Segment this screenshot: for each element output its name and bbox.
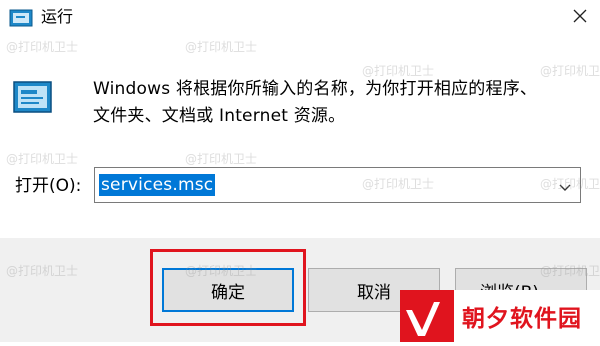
close-icon [572,8,588,28]
watermark-text: @打印机卫士 [6,152,79,166]
description-line-1: Windows 将根据你所输入的名称，为你打开相应的程序、 [93,79,538,99]
window-title: 运行 [41,7,74,26]
watermark-text: @打印机卫士 [185,152,258,166]
open-input-value[interactable]: services.msc [99,174,216,196]
title-bar: 运行 [0,0,600,36]
logo-text: 朝夕软件园 [462,306,582,332]
run-dialog-icon [9,9,33,27]
dialog-description: Windows 将根据你所输入的名称，为你打开相应的程序、 文件夹、文档或 In… [93,76,573,130]
run-program-icon [13,80,53,114]
open-combobox[interactable]: services.msc [94,167,581,203]
close-button[interactable] [560,0,600,36]
watermark-text: @打印机卫士 [185,40,258,54]
chevron-down-icon[interactable] [558,179,572,191]
logo-check-icon [400,290,454,342]
watermark-text: @打印机卫士 [6,40,79,54]
description-line-2: 文件夹、文档或 Internet 资源。 [93,106,346,126]
ok-button[interactable]: 确定 [162,268,294,312]
open-field-label: 打开(O): [15,176,82,196]
site-logo: 朝夕软件园 [400,290,600,342]
